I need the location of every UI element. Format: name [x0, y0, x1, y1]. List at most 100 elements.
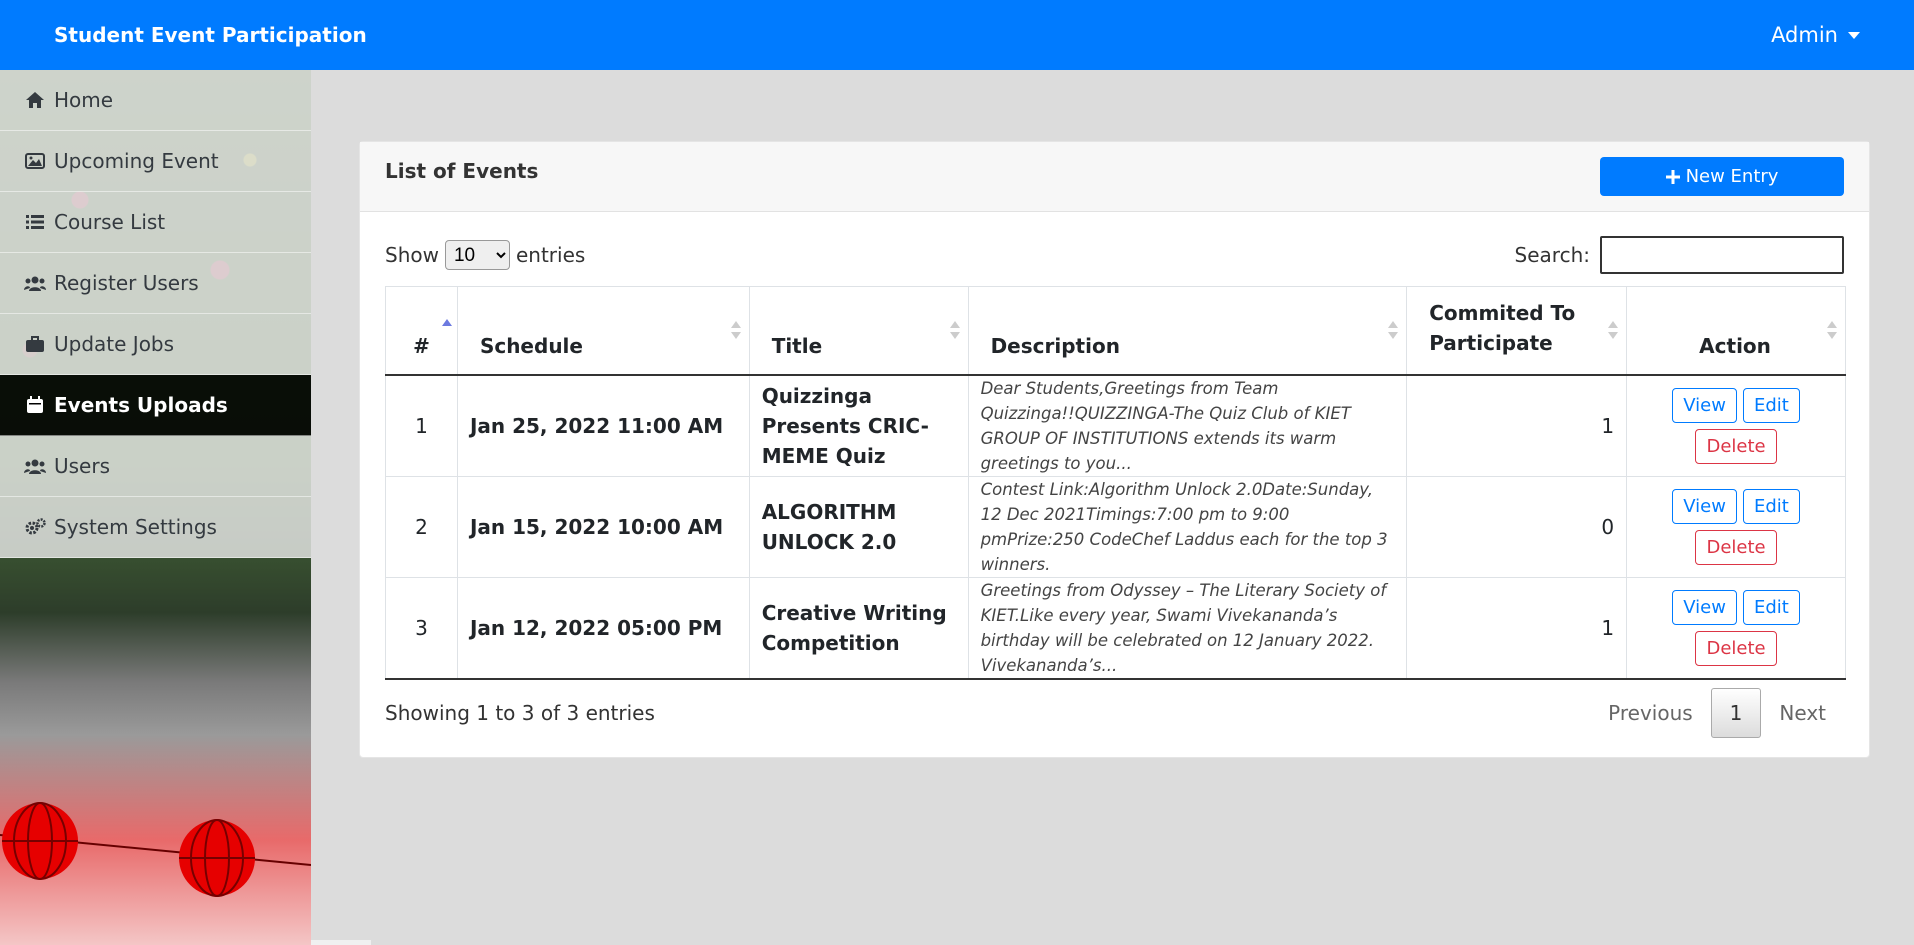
view-button[interactable]: View	[1672, 589, 1737, 625]
edit-button[interactable]: Edit	[1742, 387, 1800, 423]
sidebar-item-update-jobs[interactable]: Update Jobs	[0, 314, 311, 375]
table-row: 2 Jan 15, 2022 10:00 AM ALGORITHM UNLOCK…	[385, 475, 1846, 578]
entries-label: entries	[515, 243, 586, 267]
new-entry-button[interactable]: New Entry	[1600, 157, 1844, 196]
previous-page-button[interactable]: Previous	[1590, 688, 1711, 738]
sidebar-item-home[interactable]: Home	[0, 70, 311, 131]
column-header-description[interactable]: Description	[967, 286, 1408, 376]
search-control: Search:	[1515, 236, 1844, 274]
sort-icon	[949, 321, 960, 340]
image-icon	[24, 151, 46, 171]
home-icon	[24, 90, 46, 110]
gears-icon	[24, 517, 46, 537]
show-label: Show	[385, 243, 439, 267]
view-button[interactable]: View	[1672, 387, 1737, 423]
admin-dropdown[interactable]: Admin	[1771, 23, 1860, 47]
page-button-current[interactable]: 1	[1710, 687, 1762, 738]
events-card: List of Events New Entry Show 10 entries…	[359, 141, 1870, 758]
bottom-strip	[311, 940, 371, 945]
search-label: Search:	[1514, 243, 1590, 267]
events-table: # Schedule Title Description Commited To…	[385, 286, 1846, 680]
column-header-action[interactable]: Action	[1626, 286, 1846, 376]
sort-icon	[730, 321, 741, 340]
sidebar-item-label: Course List	[54, 210, 166, 234]
sidebar-item-register-users[interactable]: Register Users	[0, 253, 311, 314]
sidebar-item-label: Upcoming Event	[54, 149, 219, 173]
sort-ascending-icon	[441, 319, 452, 337]
table-header-row: # Schedule Title Description Commited To…	[385, 286, 1846, 376]
view-button[interactable]: View	[1672, 488, 1737, 524]
table-info: Showing 1 to 3 of 3 entries	[385, 700, 655, 725]
column-header-label: Description	[990, 333, 1120, 358]
search-input[interactable]	[1600, 236, 1844, 274]
cell-number: 1	[385, 374, 458, 477]
column-header-label: Commited To Participate	[1429, 300, 1576, 355]
cell-committed: 1	[1406, 374, 1628, 477]
table-controls: Show 10 entries Search:	[360, 212, 1869, 286]
cell-description: Greetings from Odyssey – The Literary So…	[967, 576, 1408, 680]
sidebar-item-events-uploads[interactable]: Events Uploads	[0, 375, 311, 436]
edit-button[interactable]: Edit	[1742, 589, 1800, 625]
table-row: 1 Jan 25, 2022 11:00 AM Quizzinga Presen…	[385, 374, 1846, 477]
lantern-left	[2, 802, 78, 880]
cell-actions: View Edit Delete	[1626, 576, 1846, 680]
briefcase-icon	[24, 334, 46, 354]
sidebar-item-label: Register Users	[54, 271, 199, 295]
column-header-title[interactable]: Title	[748, 286, 969, 376]
sidebar-item-label: Users	[54, 454, 111, 478]
table-row: 3 Jan 12, 2022 05:00 PM Creative Writing…	[385, 576, 1846, 680]
pagination: Previous 1 Next	[1590, 687, 1844, 738]
top-navbar: Student Event Participation Admin	[0, 0, 1914, 70]
next-page-button[interactable]: Next	[1761, 688, 1844, 738]
sidebar-item-course-list[interactable]: Course List	[0, 192, 311, 253]
table-footer: Showing 1 to 3 of 3 entries Previous 1 N…	[360, 680, 1869, 738]
column-header-number[interactable]: #	[385, 286, 458, 376]
sidebar-item-label: Update Jobs	[54, 332, 175, 356]
column-header-label: #	[413, 333, 430, 358]
cell-committed: 0	[1406, 475, 1628, 578]
plus-icon	[1665, 169, 1680, 184]
cell-number: 3	[385, 576, 458, 680]
cell-actions: View Edit Delete	[1626, 475, 1846, 578]
cell-description: Dear Students,Greetings from Team Quizzi…	[967, 374, 1408, 477]
admin-label: Admin	[1771, 23, 1838, 47]
cell-title: Quizzinga Presents CRIC-MEME Quiz	[748, 374, 969, 477]
delete-button[interactable]: Delete	[1695, 630, 1777, 666]
card-header: List of Events New Entry	[360, 142, 1869, 212]
sort-icon	[1608, 321, 1619, 340]
new-entry-label: New Entry	[1685, 166, 1779, 187]
lantern-right	[179, 819, 255, 897]
users-icon	[24, 273, 46, 293]
sidebar-menu: Home Upcoming Event Course List Register…	[0, 70, 311, 558]
list-icon	[24, 212, 46, 232]
page-length-select[interactable]: 10	[444, 240, 510, 270]
sidebar-item-label: Events Uploads	[54, 393, 228, 417]
column-header-committed[interactable]: Commited To Participate	[1406, 286, 1628, 376]
column-header-label: Title	[771, 333, 823, 358]
lantern-decoration	[0, 802, 311, 897]
delete-button[interactable]: Delete	[1695, 428, 1777, 464]
column-header-label: Action	[1699, 333, 1771, 358]
edit-button[interactable]: Edit	[1742, 488, 1800, 524]
sort-icon	[1827, 321, 1837, 340]
sidebar-item-upcoming-event[interactable]: Upcoming Event	[0, 131, 311, 192]
sidebar-item-system-settings[interactable]: System Settings	[0, 497, 311, 558]
sidebar: Home Upcoming Event Course List Register…	[0, 70, 311, 945]
cell-schedule: Jan 25, 2022 11:00 AM	[456, 374, 750, 477]
cell-title: Creative Writing Competition	[748, 576, 969, 680]
delete-button[interactable]: Delete	[1695, 529, 1777, 565]
sort-icon	[1388, 321, 1399, 340]
cell-title: ALGORITHM UNLOCK 2.0	[748, 475, 969, 578]
page-length-control: Show 10 entries	[385, 240, 585, 270]
cell-description: Contest Link:Algorithm Unlock 2.0Date:Su…	[967, 475, 1408, 578]
calendar-icon	[24, 395, 46, 415]
cell-schedule: Jan 15, 2022 10:00 AM	[456, 475, 750, 578]
cell-committed: 1	[1406, 576, 1628, 680]
sidebar-item-users[interactable]: Users	[0, 436, 311, 497]
brand-title[interactable]: Student Event Participation	[54, 23, 367, 47]
cell-schedule: Jan 12, 2022 05:00 PM	[456, 576, 750, 680]
caret-down-icon	[1848, 31, 1860, 39]
card-title: List of Events	[385, 158, 539, 183]
users-icon	[24, 456, 46, 476]
column-header-schedule[interactable]: Schedule	[456, 286, 750, 376]
